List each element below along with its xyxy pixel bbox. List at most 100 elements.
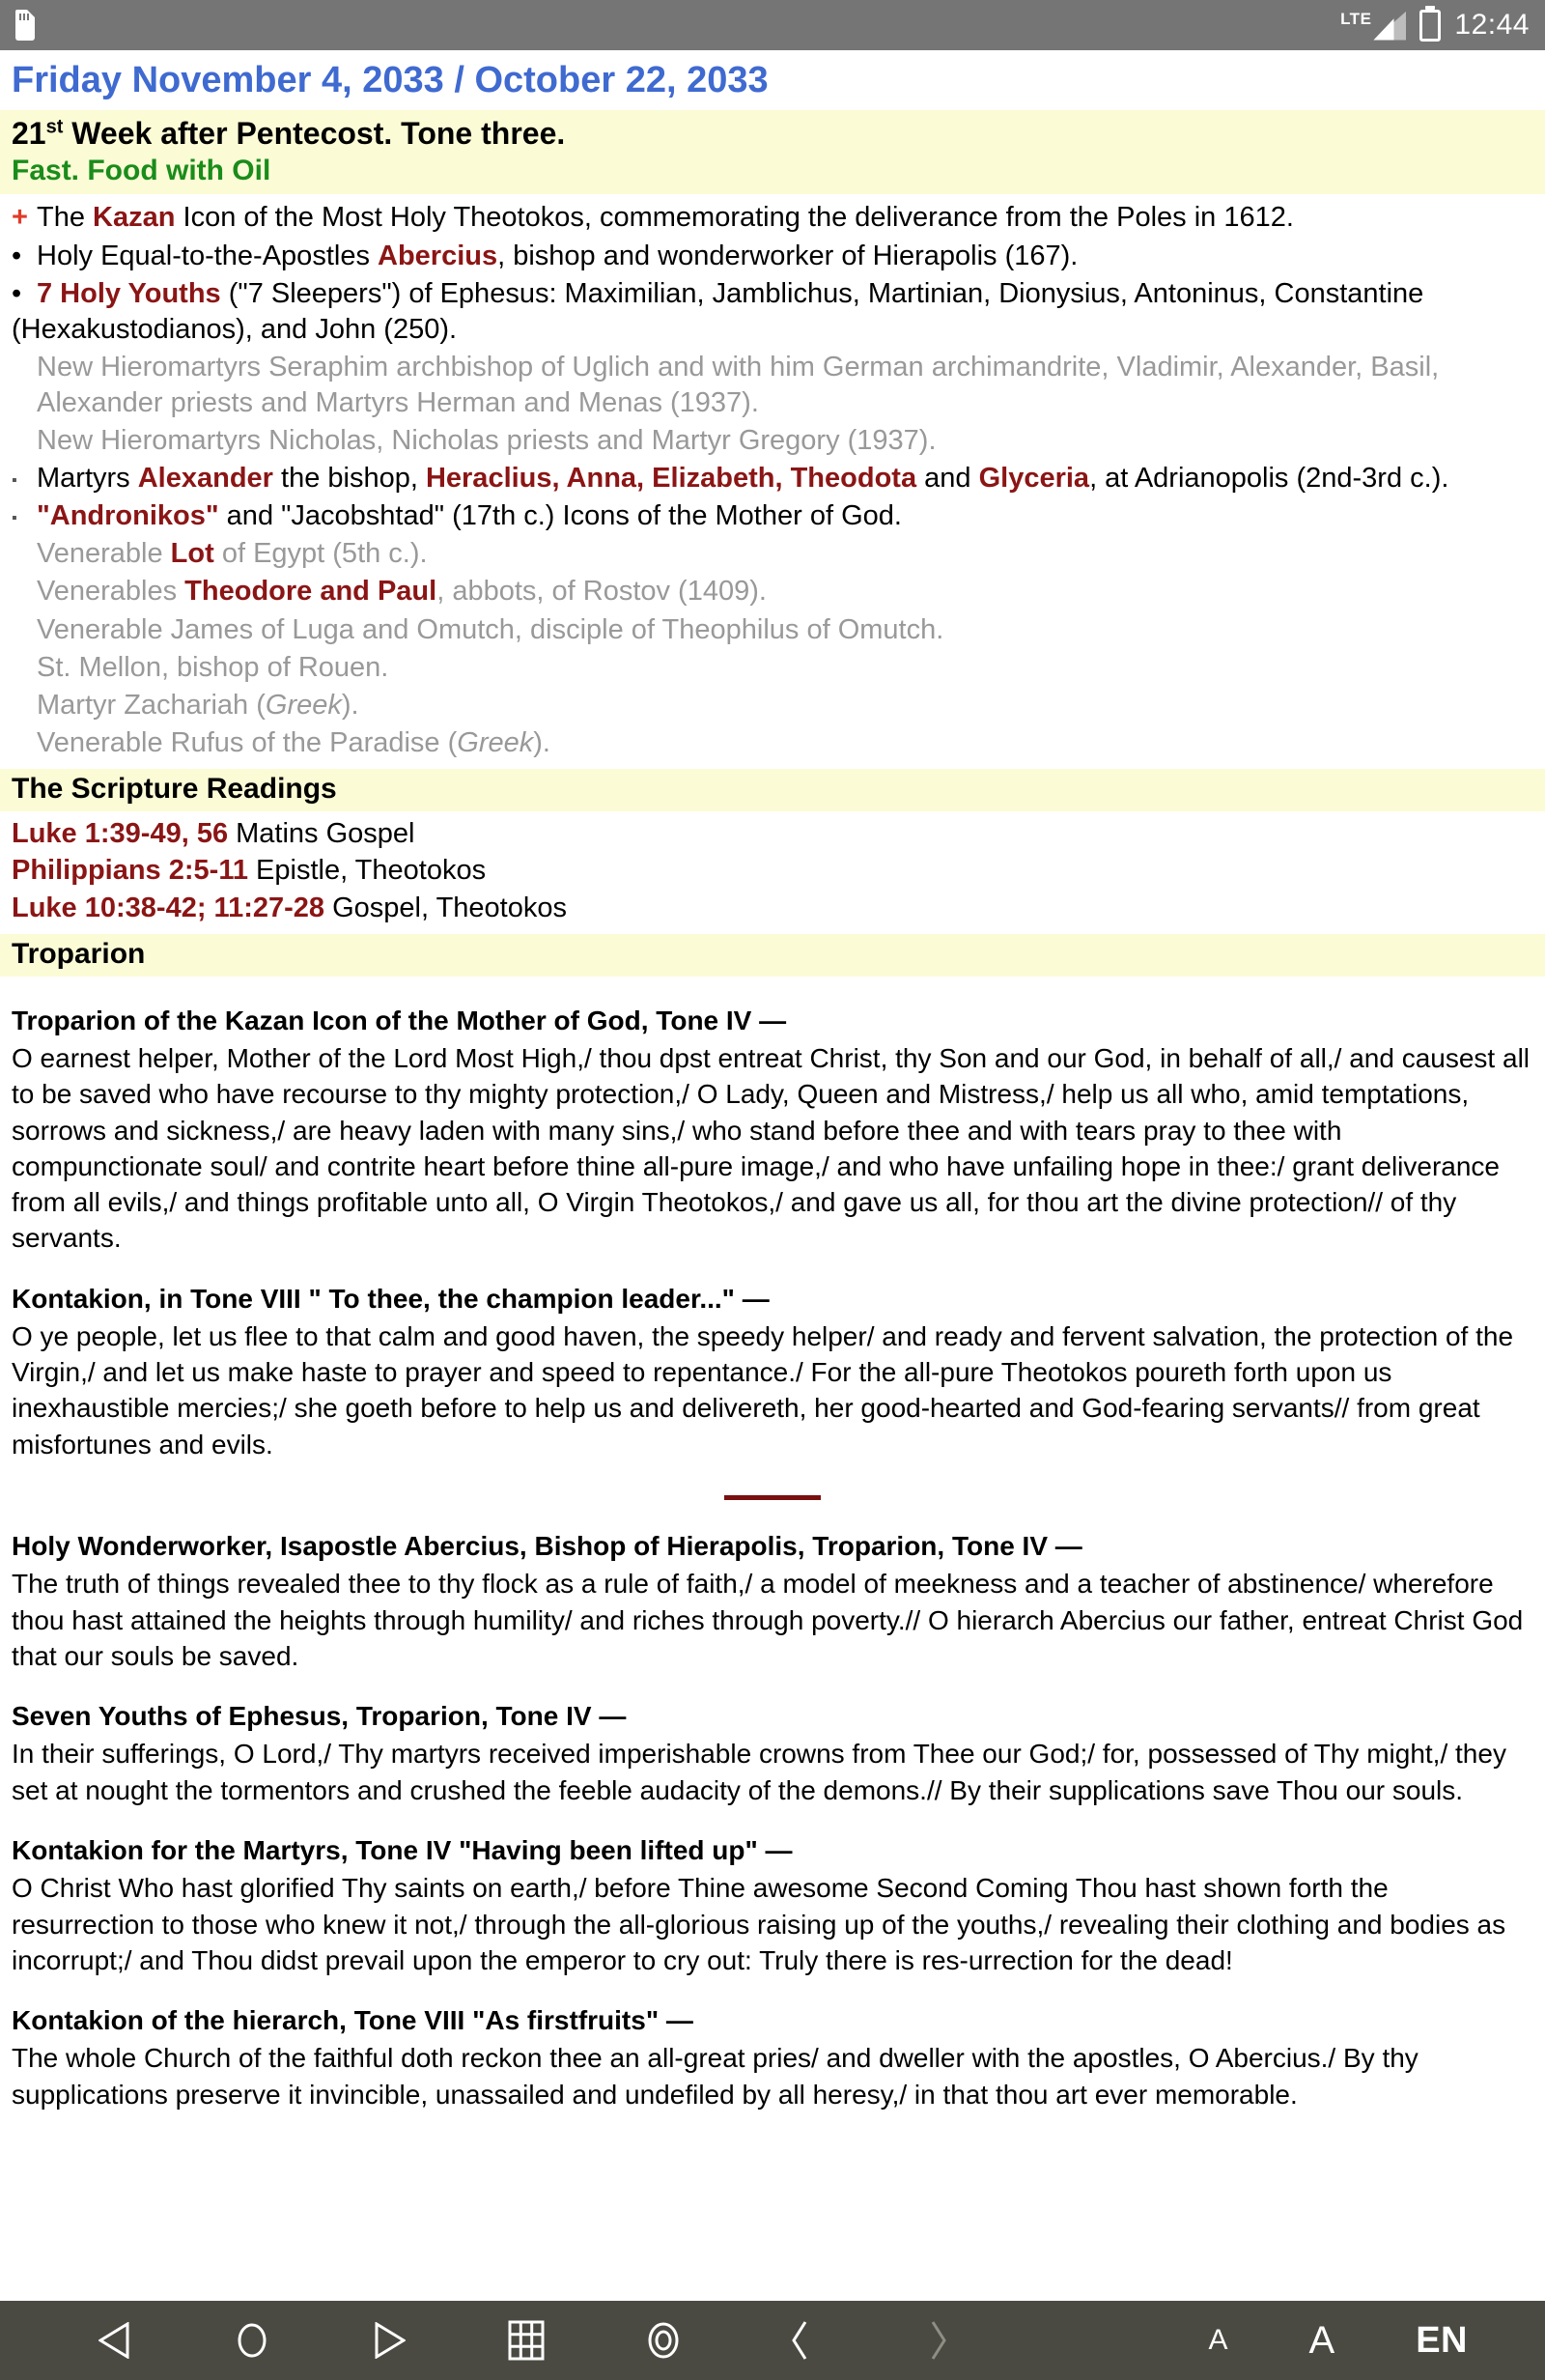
saint-entry: Venerable Rufus of the Paradise (Greek). [12, 725, 1533, 761]
saint-entry-text: , abbots, of Rostov (1409). [436, 576, 767, 608]
sdcard-icon [15, 10, 35, 41]
hymn-block: Seven Youths of Ephesus, Troparion, Tone… [12, 1699, 1533, 1808]
network-type-label: LTE [1340, 9, 1372, 28]
saint-entry-text: , bishop and wonderworker of Hierapolis … [497, 240, 1079, 271]
troparion-hymn-list: Troparion of the Kazan Icon of the Mothe… [0, 977, 1545, 2112]
saint-entry-text: "Andronikos" [37, 500, 219, 532]
scripture-reading-label: Epistle, Theotokos [247, 855, 487, 887]
font-increase-button[interactable]: A [1309, 2321, 1335, 2360]
saint-entry-text: of Egypt (5th c.). [213, 538, 428, 570]
saint-entry-text: and "Jacobshtad" (17th c.) Icons of the … [218, 500, 902, 532]
feast-summary-band: 21st Week after Pentecost. Tone three. F… [0, 109, 1545, 195]
calendar-content: Friday November 4, 2033 / October 22, 20… [0, 50, 1545, 2301]
scripture-reading-row[interactable]: Philippians 2:5-11 Epistle, Theotokos [12, 852, 1533, 889]
saint-entry-marker: + [12, 202, 28, 234]
week-number: 21 [12, 115, 46, 151]
saint-entry-text: St. Mellon, bishop of Rouen. [37, 651, 389, 683]
chevron-right-icon[interactable] [915, 2318, 960, 2363]
font-decrease-button[interactable]: A [1209, 2326, 1228, 2355]
saint-entry: St. Mellon, bishop of Rouen. [12, 650, 1533, 686]
saint-entry-text: Venerable [37, 538, 171, 570]
language-button[interactable]: EN [1416, 2322, 1468, 2359]
hymn-body: In their sufferings, O Lord,/ Thy martyr… [12, 1739, 1506, 1805]
hymn-body: The truth of things revealed thee to thy… [12, 1569, 1524, 1671]
saint-entry-text: Martyr Zachariah ( [37, 689, 266, 721]
status-bar-clock: 12:44 [1454, 9, 1530, 41]
section-divider [724, 1494, 821, 1500]
saint-entry-text: Theodore and Paul [184, 576, 437, 608]
saint-entry-text: Glyceria [978, 463, 1090, 495]
scripture-readings-list: Luke 1:39-49, 56 Matins Gospel Philippian… [0, 811, 1545, 926]
saint-entry-text: Venerables [37, 576, 185, 608]
saint-entry: ▪ "Andronikos" and "Jacobshtad" (17th c.)… [12, 498, 1533, 534]
scripture-readings-heading: The Scripture Readings [0, 769, 1545, 812]
saint-entry-marker: • [12, 240, 22, 271]
battery-charging-icon [1419, 9, 1442, 42]
saint-entry-marker: ▪ [12, 472, 17, 490]
scripture-reading-row[interactable]: Luke 1:39-49, 56 Matins Gospel [12, 815, 1533, 852]
saint-entry-text: , at Adrianopolis (2nd-3rd c.). [1089, 463, 1449, 495]
week-ordinal-suffix: st [45, 116, 64, 138]
scripture-reference-link[interactable]: Philippians 2:5-11 [12, 855, 248, 886]
target-circle-icon[interactable] [641, 2318, 686, 2363]
saint-entry-text: New Hieromartyrs Nicholas, Nicholas prie… [37, 425, 937, 457]
saint-entry-text: Abercius [378, 240, 498, 271]
status-bar: LTE 12:44 [0, 0, 1545, 50]
saint-entry: Venerable Lot of Egypt (5th c.). [12, 536, 1533, 572]
hymn-block: Holy Wonderworker, Isapostle Abercius, B… [12, 1529, 1533, 1674]
back-triangle-icon[interactable] [93, 2318, 137, 2363]
saint-entry-text: Heraclius, Anna, Elizabeth, Theodota [425, 463, 917, 495]
saint-entry-text: Greek [457, 726, 534, 758]
home-circle-icon[interactable] [230, 2318, 274, 2363]
troparion-heading: Troparion [0, 933, 1545, 977]
saint-entry: • Holy Equal-to-the-Apostles Abercius, bi… [12, 239, 1533, 274]
hymn-title: Holy Wonderworker, Isapostle Abercius, B… [12, 1530, 1082, 1561]
nav-bar-left [0, 2318, 1209, 2363]
hymn-title: Kontakion, in Tone VIII " To thee, the c… [12, 1283, 770, 1314]
scripture-reference-link[interactable]: Luke 1:39-49, 56 [12, 818, 228, 849]
saint-entry-text: Lot [170, 538, 214, 570]
hymn-block: Troparion of the Kazan Icon of the Mothe… [12, 1004, 1533, 1257]
week-tone-line: 21st Week after Pentecost. Tone three. [12, 114, 1533, 153]
saint-entry: New Hieromartyrs Seraphim archbishop of … [12, 350, 1533, 421]
forward-triangle-icon[interactable] [367, 2318, 411, 2363]
saint-entry: • 7 Holy Youths ("7 Sleepers") of Ephesus… [12, 276, 1533, 348]
saint-entry-marker: • [12, 277, 22, 309]
saint-entry-text: Alexander [137, 463, 273, 495]
chevron-left-icon[interactable] [778, 2318, 823, 2363]
saint-entry: ▪ Martyrs Alexander the bishop, Heraclius… [12, 461, 1533, 496]
scripture-reference-link[interactable]: Luke 10:38-42; 11:27-28 [12, 892, 324, 923]
saint-entry-text: Icon of the Most Holy Theotokos, commemo… [175, 202, 1294, 234]
grid-icon[interactable] [504, 2318, 548, 2363]
saint-entry-text: Greek [265, 689, 342, 721]
saints-list: + The Kazan Icon of the Most Holy Theotok… [0, 194, 1545, 761]
status-bar-right: LTE 12:44 [1340, 9, 1530, 42]
saint-entry: Venerable James of Luga and Omutch, disc… [12, 612, 1533, 648]
saint-entry-text: ). [341, 689, 359, 721]
scripture-reading-label: Matins Gospel [228, 818, 415, 850]
saint-entry-marker: ▪ [12, 510, 17, 527]
hymn-title: Troparion of the Kazan Icon of the Mothe… [12, 1005, 787, 1035]
saint-entry: Martyr Zachariah (Greek). [12, 688, 1533, 723]
saint-entry: Venerables Theodore and Paul, abbots, of… [12, 574, 1533, 609]
hymn-body: O ye people, let us flee to that calm an… [12, 1321, 1514, 1459]
page-title: Friday November 4, 2033 / October 22, 20… [12, 60, 769, 100]
hymn-block: Kontakion, in Tone VIII " To thee, the c… [12, 1282, 1533, 1462]
saint-entry-text: Martyrs [37, 463, 138, 495]
scripture-reading-label: Gospel, Theotokos [324, 892, 567, 923]
saint-entry: New Hieromartyrs Nicholas, Nicholas prie… [12, 423, 1533, 459]
saint-entry-text: Holy Equal-to-the-Apostles [37, 240, 378, 271]
saint-entry-text: New Hieromartyrs Seraphim archbishop of … [37, 351, 1440, 418]
hymn-body: O Christ Who hast glorified Thy saints o… [12, 1873, 1506, 1975]
saint-entry: + The Kazan Icon of the Most Holy Theotok… [12, 200, 1533, 236]
scripture-reading-row[interactable]: Luke 10:38-42; 11:27-28 Gospel, Theotoko… [12, 890, 1533, 926]
saint-entry-text: Venerable James of Luga and Omutch, disc… [37, 613, 944, 645]
week-line-rest: Week after Pentecost. Tone three. [63, 115, 566, 151]
saint-entry-text: and [916, 463, 979, 495]
hymn-title: Kontakion for the Martyrs, Tone IV "Havi… [12, 1834, 793, 1865]
fast-line: Fast. Food with Oil [12, 154, 271, 186]
status-bar-left [15, 10, 1340, 41]
saint-entry-text: 7 Holy Youths [37, 277, 221, 309]
saint-entry-text: ("7 Sleepers") of Ephesus: Maximilian, J… [12, 277, 1424, 345]
hymn-title: Kontakion of the hierarch, Tone VIII "As… [12, 2005, 693, 2035]
